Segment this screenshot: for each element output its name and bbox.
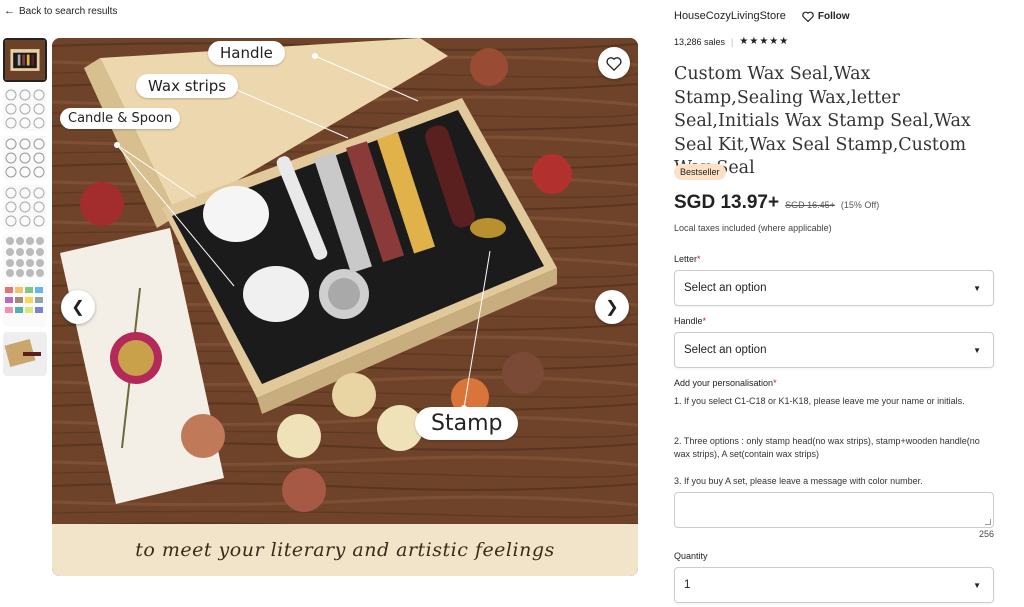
bestseller-badge: Bestseller [674, 164, 726, 180]
instruction-1: 1. If you select C1-C18 or K1-K18, pleas… [674, 396, 965, 406]
caret-down-icon: ▼ [973, 283, 981, 293]
quantity-label: Quantity [674, 551, 708, 561]
arrow-left-icon: ← [4, 5, 15, 17]
thumbnail-7[interactable] [3, 332, 47, 376]
product-title: Custom Wax Seal,Wax Stamp,Sealing Wax,le… [674, 64, 971, 178]
image-caption: to meet your literary and artistic feeli… [135, 539, 555, 561]
handle-select[interactable]: Select an option ▼ [674, 332, 994, 368]
char-count: 256 [978, 529, 994, 539]
shop-name-link[interactable]: HouseCozyLivingStore [674, 10, 786, 22]
shop-row: HouseCozyLivingStore Follow [674, 10, 850, 22]
quantity-select[interactable]: 1 ▼ [674, 567, 994, 603]
thumbnail-strip [3, 38, 48, 381]
favorite-button[interactable] [598, 47, 630, 79]
letter-select-value: Select an option [684, 282, 767, 294]
instruction-3: 3. If you buy A set, please leave a mess… [674, 476, 923, 486]
handle-label: Handle* [674, 316, 706, 326]
rating-stars[interactable]: ★★★★★ [739, 36, 789, 47]
sales-count: 13,286 sales [674, 36, 726, 47]
follow-label: Follow [817, 10, 850, 22]
thumbnail-3[interactable] [3, 136, 47, 180]
callout-wax-strips: Wax strips [136, 74, 239, 98]
resize-handle-icon[interactable] [985, 519, 991, 525]
callout-stamp: Stamp [415, 407, 519, 440]
divider: | [731, 36, 734, 47]
back-to-search-link[interactable]: ← Back to search results [4, 5, 118, 18]
current-price: SGD 13.97+ [674, 192, 780, 213]
discount-label: (15% Off) [840, 200, 880, 210]
chevron-left-icon: ❮ [71, 299, 85, 316]
caret-down-icon: ▼ [973, 580, 981, 590]
main-product-image: Handle Wax strips Candle & Spoon Stamp t… [52, 38, 638, 576]
personalisation-label: Add your personalisation* [674, 378, 777, 388]
next-image-button[interactable]: ❯ [595, 290, 629, 324]
thumbnail-1[interactable] [3, 38, 47, 82]
thumbnail-4[interactable] [3, 185, 47, 229]
thumbnail-2[interactable] [3, 87, 47, 131]
required-mark: * [702, 316, 707, 326]
callout-handle: Handle [208, 41, 285, 65]
callout-candle-spoon: Candle & Spoon [60, 108, 181, 129]
prev-image-button[interactable]: ❮ [61, 290, 95, 324]
letter-label: Letter* [674, 254, 701, 264]
letter-select[interactable]: Select an option ▼ [674, 270, 994, 306]
image-caption-band: to meet your literary and artistic feeli… [52, 524, 638, 576]
personalisation-label-text: Add your personalisation [674, 378, 774, 388]
handle-label-text: Handle [674, 316, 703, 326]
heart-icon [606, 56, 622, 71]
handle-select-value: Select an option [684, 344, 767, 356]
thumbnail-6[interactable] [3, 283, 47, 327]
original-price: SGD 16.45+ [785, 200, 835, 210]
personalisation-textarea[interactable] [674, 492, 994, 528]
follow-button[interactable]: Follow [802, 11, 850, 22]
required-mark: * [773, 378, 777, 388]
instruction-2: 2. Three options : only stamp head(no wa… [674, 436, 980, 459]
sales-row: 13,286 sales | ★★★★★ [674, 36, 789, 47]
tax-note: Local taxes included (where applicable) [674, 223, 832, 233]
chevron-right-icon: ❯ [605, 299, 619, 316]
thumbnail-5[interactable] [3, 234, 47, 278]
letter-label-text: Letter [674, 254, 698, 264]
caret-down-icon: ▼ [973, 345, 981, 355]
heart-icon [802, 11, 814, 22]
price-row: SGD 13.97+ SGD 16.45+ (15% Off) [674, 192, 879, 214]
quantity-select-value: 1 [684, 579, 691, 591]
back-link-label: Back to search results [19, 6, 118, 17]
required-mark: * [697, 254, 701, 264]
